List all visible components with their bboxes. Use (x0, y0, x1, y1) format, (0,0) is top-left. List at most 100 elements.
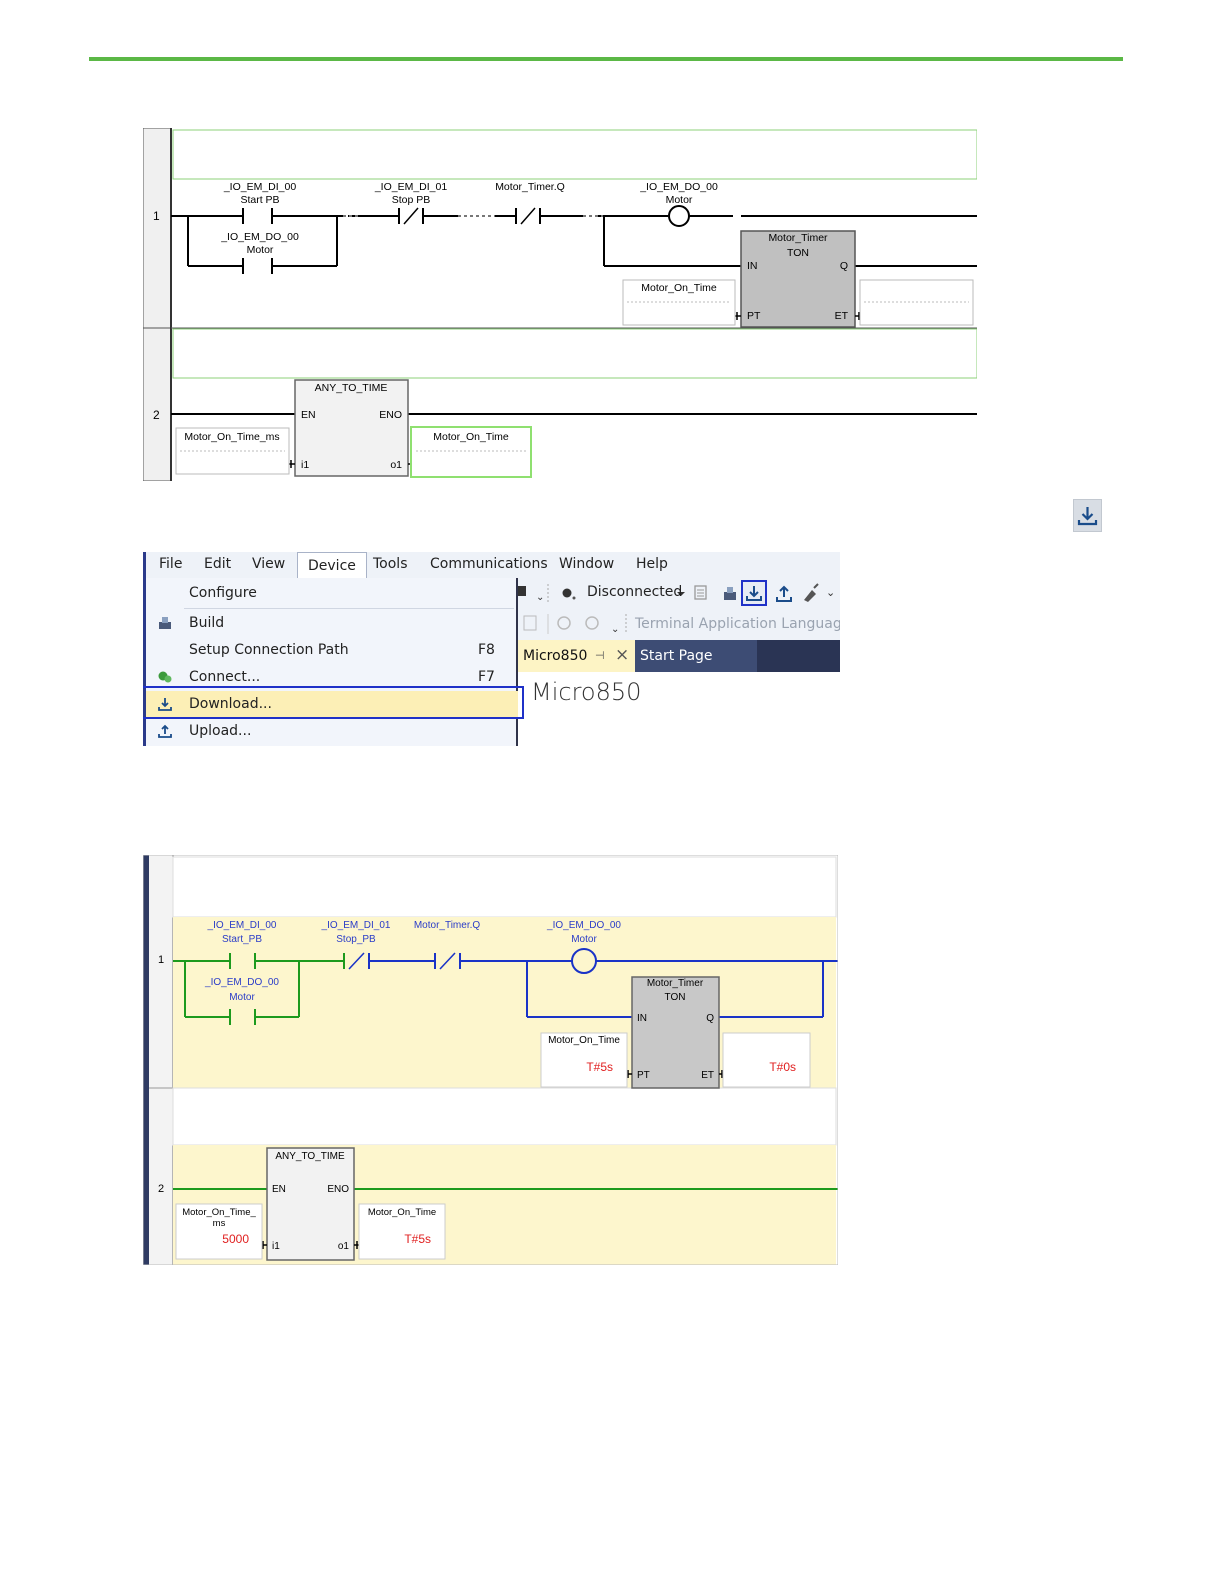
connect-icon (157, 669, 173, 685)
menu-communications[interactable]: Communications (430, 556, 548, 572)
menu-view[interactable]: View (252, 556, 285, 572)
rung-number-2: 2 (153, 408, 160, 422)
timer-pin-pt: PT (747, 310, 761, 322)
menu-help[interactable]: Help (636, 556, 668, 572)
ladder-offline-screenshot: 1 2 _IO_EM_DI_00 Start PB _IO_EM_DI_01 S… (143, 128, 977, 481)
contact-stop-alias: Stop PB (392, 194, 431, 206)
page-top-rule (89, 57, 1123, 61)
convert-output-name: Motor_On_Time (368, 1207, 436, 1218)
timer-instance: Motor_Timer (768, 232, 828, 244)
ladder-online-screenshot: 1 2 _IO_EM_DI_00 Start_PB _IO_EM_DI_01 S… (143, 855, 838, 1265)
convert-block-name: ANY_TO_TIME (275, 1151, 345, 1162)
menu-file[interactable]: File (159, 556, 182, 572)
coil-motor-alias: Motor (571, 934, 597, 945)
clean-icon[interactable] (800, 582, 822, 608)
contact-start-alias: Start_PB (222, 934, 262, 945)
et-value: T#0s (769, 1060, 796, 1074)
contact-stop-name: _IO_EM_DI_01 (321, 920, 391, 931)
menu-item-upload[interactable]: Upload... (146, 718, 518, 745)
menu-device[interactable]: Device (297, 552, 367, 578)
svg-text:⌄: ⌄ (611, 624, 619, 635)
tab-micro850[interactable]: Micro850 ⊣ × (518, 640, 635, 672)
convert-input-value: 5000 (222, 1232, 249, 1246)
device-dropdown: Configure Build Setup Connection Path F8… (143, 578, 518, 746)
build-icon (157, 615, 173, 631)
content-area: Micro850 (518, 672, 840, 746)
timer-pin-q: Q (706, 1013, 714, 1024)
convert-pin-o1: o1 (338, 1241, 350, 1252)
convert-output-name: Motor_On_Time (433, 431, 509, 443)
connection-status[interactable]: Disconnected (587, 584, 682, 600)
convert-pin-eno: ENO (379, 409, 402, 421)
menu-item-configure[interactable]: Configure (146, 580, 518, 607)
contact-start-name: _IO_EM_DI_00 (223, 181, 297, 193)
timer-instance: Motor_Timer (647, 978, 704, 989)
convert-input-name: Motor_On_Time_ms (184, 431, 279, 443)
convert-output-value: T#5s (404, 1232, 431, 1246)
shortcut-f7: F7 (478, 669, 495, 685)
convert-input-name-line1: Motor_On_Time_ (182, 1207, 256, 1218)
pt-variable-name: Motor_On_Time (548, 1035, 620, 1046)
convert-input-name-line2: ms (213, 1218, 226, 1229)
menu-edit[interactable]: Edit (204, 556, 231, 572)
toolbar-upload-icon[interactable] (773, 582, 795, 608)
content-title: Micro850 (531, 678, 642, 706)
toolbar-row-2: ⌄ Terminal Application Language: (518, 608, 840, 640)
coil-motor-name: _IO_EM_DO_00 (639, 181, 718, 193)
coil-motor-name: _IO_EM_DO_00 (546, 920, 621, 931)
timer-type: TON (787, 247, 809, 259)
toolbar-row-1: ⌄ Disconnected ⌄ (518, 578, 840, 608)
rung-number-1: 1 (158, 954, 164, 966)
timer-pin-in: IN (637, 1013, 647, 1024)
document-tab-bar: Micro850 ⊣ × Start Page (518, 640, 840, 672)
shortcut-f8: F8 (478, 642, 495, 658)
convert-block-name: ANY_TO_TIME (315, 382, 388, 394)
contact-timer-q-name: Motor_Timer.Q (495, 181, 565, 193)
build-icon[interactable] (721, 584, 739, 606)
branch-contact-name: _IO_EM_DO_00 (220, 231, 299, 243)
menu-item-build[interactable]: Build (146, 610, 518, 637)
menu-separator (184, 608, 514, 609)
toolbar-download-icon[interactable] (741, 580, 767, 610)
timer-pin-pt: PT (637, 1070, 650, 1081)
coil-motor-alias: Motor (666, 194, 693, 206)
menu-tools[interactable]: Tools (373, 556, 408, 572)
upload-icon (157, 723, 173, 739)
close-tab-icon[interactable]: × (615, 645, 629, 665)
network-icon[interactable] (693, 584, 711, 606)
device-menu-screenshot: File Edit View Device Tools Communicatio… (143, 552, 840, 746)
et-variable-box[interactable] (722, 1032, 811, 1088)
convert-pin-eno: ENO (327, 1184, 349, 1195)
convert-pin-en: EN (272, 1184, 286, 1195)
timer-type: TON (665, 992, 686, 1003)
timer-pin-et: ET (835, 310, 849, 322)
menu-bar: File Edit View Device Tools Communicatio… (143, 552, 840, 578)
timer-pin-in: IN (747, 260, 758, 272)
tab-start-page[interactable]: Start Page (635, 640, 757, 672)
convert-pin-en: EN (301, 409, 316, 421)
overflow-icon[interactable]: ⌄ (826, 586, 835, 599)
svg-text:⌄: ⌄ (536, 592, 544, 603)
tab-start-page-label: Start Page (640, 648, 713, 664)
contact-start-alias: Start PB (240, 194, 279, 206)
tab-micro850-label: Micro850 (523, 648, 588, 664)
pin-icon[interactable]: ⊣ (595, 649, 605, 662)
contact-timer-q-name: Motor_Timer.Q (414, 920, 481, 931)
download-highlight-box (143, 686, 524, 719)
timer-pin-q: Q (840, 260, 848, 272)
convert-pin-i1: i1 (272, 1241, 280, 1252)
contact-start-name: _IO_EM_DI_00 (207, 920, 277, 931)
pt-value: T#5s (586, 1060, 613, 1074)
branch-contact-alias: Motor (247, 244, 274, 256)
download-icon[interactable] (1073, 499, 1102, 532)
convert-pin-i1: i1 (301, 459, 309, 471)
terminal-language-label: Terminal Application Language: (635, 616, 840, 632)
timer-pin-et: ET (701, 1070, 714, 1081)
rung-number-2: 2 (158, 1183, 164, 1195)
contact-stop-alias: Stop_PB (336, 934, 376, 945)
menu-item-setup-connection-path[interactable]: Setup Connection Path F8 (146, 637, 518, 664)
convert-pin-o1: o1 (390, 459, 402, 471)
contact-stop-name: _IO_EM_DI_01 (374, 181, 448, 193)
branch-contact-alias: Motor (229, 992, 255, 1003)
menu-window[interactable]: Window (559, 556, 614, 572)
